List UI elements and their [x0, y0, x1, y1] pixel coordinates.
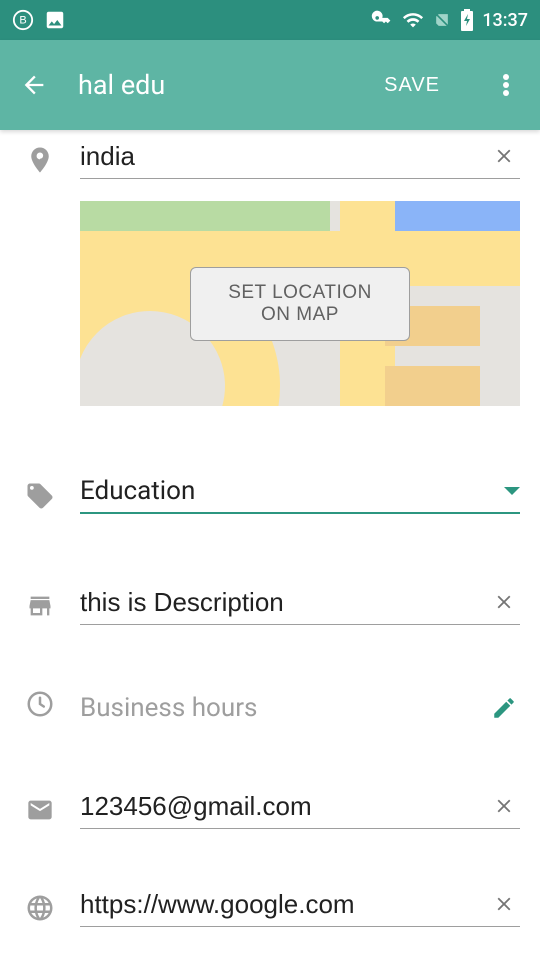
more-options-button[interactable]	[492, 73, 520, 97]
status-time: 13:37	[482, 10, 528, 31]
email-input-line	[80, 790, 520, 829]
category-dropdown[interactable]: Education	[80, 476, 520, 514]
close-icon	[493, 145, 515, 167]
app-bar: hal edu SAVE	[0, 40, 540, 130]
description-input-line	[80, 586, 520, 625]
status-bar: B 13:37	[0, 0, 540, 40]
business-hours-row: Business hours	[20, 684, 520, 732]
page-title: hal edu	[78, 69, 350, 101]
arrow-back-icon	[20, 71, 48, 99]
location-input[interactable]	[80, 141, 488, 172]
chevron-down-icon	[504, 487, 520, 495]
description-input[interactable]	[80, 587, 488, 618]
wifi-icon	[402, 9, 424, 31]
status-left: B	[12, 9, 66, 31]
vpn-key-icon	[370, 8, 394, 32]
website-row	[20, 888, 520, 928]
b-circle-icon: B	[12, 9, 34, 31]
clear-email-button[interactable]	[488, 790, 520, 822]
category-value: Education	[80, 476, 504, 506]
description-row	[20, 586, 520, 626]
close-icon	[493, 591, 515, 613]
website-input-line	[80, 888, 520, 927]
business-hours-label: Business hours	[80, 693, 488, 723]
clear-location-button[interactable]	[488, 140, 520, 172]
status-right: 13:37	[370, 8, 528, 32]
close-icon	[493, 795, 515, 817]
save-button[interactable]: SAVE	[380, 66, 444, 105]
more-vert-icon	[503, 73, 509, 97]
location-input-line	[80, 140, 520, 179]
map-preview[interactable]: SET LOCATION ON MAP	[80, 201, 520, 406]
location-pin-icon	[20, 140, 60, 180]
website-input[interactable]	[80, 889, 488, 920]
form-content: SET LOCATION ON MAP Education	[0, 140, 540, 948]
email-input[interactable]	[80, 791, 488, 822]
email-icon	[20, 790, 60, 830]
map-decor	[385, 366, 480, 406]
svg-text:B: B	[19, 15, 26, 27]
map-decor	[390, 201, 520, 231]
no-sim-icon	[432, 10, 452, 30]
category-row: Education	[20, 476, 520, 516]
clock-icon	[20, 684, 60, 724]
pencil-icon	[491, 695, 517, 721]
store-icon	[20, 586, 60, 626]
image-notification-icon	[44, 9, 66, 31]
map-decor	[80, 201, 330, 231]
close-icon	[493, 893, 515, 915]
globe-icon	[20, 888, 60, 928]
set-location-button[interactable]: SET LOCATION ON MAP	[190, 267, 410, 341]
edit-hours-button[interactable]	[488, 692, 520, 724]
email-row	[20, 790, 520, 830]
clear-website-button[interactable]	[488, 888, 520, 920]
location-row: SET LOCATION ON MAP	[20, 140, 520, 406]
battery-charging-icon	[460, 9, 474, 31]
back-button[interactable]	[20, 71, 48, 99]
tag-icon	[20, 476, 60, 516]
clear-description-button[interactable]	[488, 586, 520, 618]
